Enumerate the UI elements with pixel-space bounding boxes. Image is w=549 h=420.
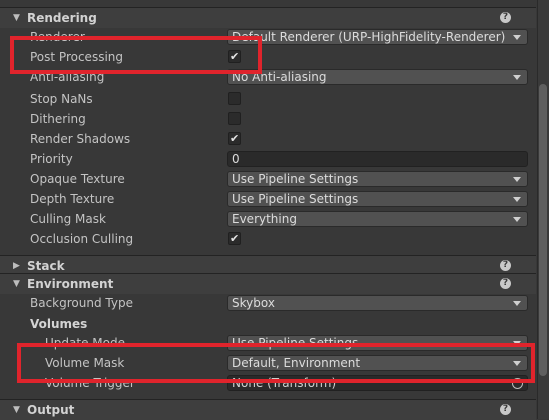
dropdown-arrow-icon [513, 197, 521, 202]
anti-aliasing-dropdown[interactable]: No Anti-aliasing [227, 69, 528, 85]
occlusion-culling-label: Occlusion Culling [30, 232, 134, 246]
dithering-label: Dithering [30, 112, 86, 126]
background-type-dropdown[interactable]: Skybox [227, 295, 528, 311]
priority-label: Priority [30, 152, 73, 166]
occlusion-culling-row: Occlusion Culling [0, 229, 536, 249]
renderer-value: Default Renderer (URP-HighFidelity-Rende… [232, 30, 506, 44]
section-header-output[interactable]: ▼ Output ? [0, 399, 536, 420]
section-title-environment: Environment [27, 277, 114, 291]
stop-nans-checkbox[interactable] [228, 92, 241, 105]
stop-nans-label: Stop NaNs [30, 92, 93, 106]
highlight-box-post-processing [10, 36, 262, 74]
volumes-row: Volumes [0, 314, 536, 334]
priority-row: Priority 0 [0, 149, 536, 169]
renderer-dropdown[interactable]: Default Renderer (URP-HighFidelity-Rende… [227, 29, 528, 45]
render-shadows-row: Render Shadows [0, 129, 536, 149]
background-type-row: Background Type Skybox [0, 293, 536, 313]
help-icon[interactable]: ? [500, 12, 511, 23]
culling-mask-dropdown[interactable]: Everything [227, 211, 528, 227]
stop-nans-row: Stop NaNs [0, 89, 536, 109]
opaque-texture-dropdown[interactable]: Use Pipeline Settings [227, 171, 528, 187]
background-type-label: Background Type [30, 296, 133, 310]
opaque-texture-label: Opaque Texture [30, 172, 125, 186]
depth-texture-label: Depth Texture [30, 192, 115, 206]
dropdown-arrow-icon [513, 177, 521, 182]
opaque-texture-value: Use Pipeline Settings [232, 172, 359, 186]
dropdown-arrow-icon [513, 35, 521, 40]
section-title-rendering: Rendering [27, 11, 97, 25]
section-header-environment[interactable]: ▼ Environment ? [0, 273, 536, 294]
expanded-triangle-icon: ▼ [13, 405, 20, 415]
expanded-triangle-icon: ▼ [13, 279, 20, 289]
section-header-rendering[interactable]: ▼ Rendering ? [0, 7, 536, 28]
dropdown-arrow-icon [513, 301, 521, 306]
section-title-output: Output [27, 403, 75, 417]
help-icon[interactable]: ? [500, 260, 511, 271]
volumes-label: Volumes [30, 317, 88, 331]
help-icon[interactable]: ? [500, 404, 511, 415]
depth-texture-dropdown[interactable]: Use Pipeline Settings [227, 191, 528, 207]
culling-mask-label: Culling Mask [30, 212, 106, 226]
depth-texture-value: Use Pipeline Settings [232, 192, 359, 206]
dithering-row: Dithering [0, 109, 536, 129]
dropdown-arrow-icon [513, 75, 521, 80]
dithering-checkbox[interactable] [228, 112, 241, 125]
opaque-texture-row: Opaque Texture Use Pipeline Settings [0, 169, 536, 189]
dropdown-arrow-icon [513, 217, 521, 222]
priority-input[interactable]: 0 [227, 151, 528, 167]
help-icon[interactable]: ? [500, 278, 511, 289]
culling-mask-row: Culling Mask Everything [0, 209, 536, 229]
occlusion-culling-checkbox[interactable] [228, 229, 241, 249]
depth-texture-row: Depth Texture Use Pipeline Settings [0, 189, 536, 209]
scrollbar-thumb[interactable] [539, 84, 547, 376]
render-shadows-checkbox[interactable] [228, 129, 241, 149]
highlight-box-volume-mask [17, 343, 535, 383]
culling-mask-value: Everything [232, 212, 297, 226]
render-shadows-label: Render Shadows [30, 132, 131, 146]
expanded-triangle-icon: ▼ [13, 13, 20, 23]
background-type-value: Skybox [232, 296, 275, 310]
